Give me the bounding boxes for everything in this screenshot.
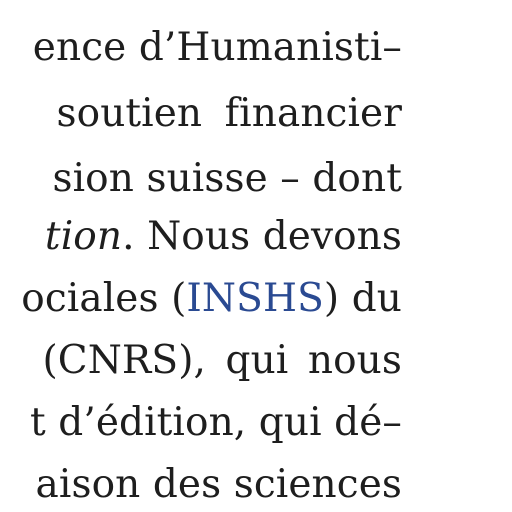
text-line-6: (CNRS), qui nous (42, 338, 402, 383)
text-line-2: soutien financier (56, 91, 402, 136)
text-line-5-before: ociales ( (21, 276, 187, 321)
text-line-4-rest: . Nous devons (122, 214, 402, 259)
text-line-5-after: ) du (323, 276, 402, 321)
text-line-4: tion. Nous devons (45, 207, 402, 267)
text-line-5: ociales (INSHS) du (21, 269, 402, 329)
text-line-7: t d’édition, qui dé– (30, 400, 402, 445)
document-page: ence d’Humanisti– soutien financier sion… (0, 0, 512, 512)
italic-title-fragment: tion (44, 214, 123, 259)
inshs-link[interactable]: INSHS (186, 276, 323, 321)
text-line-8: aison des sciences (35, 462, 402, 507)
text-line-1: ence d’Humanisti– (32, 25, 402, 70)
paragraph-text: ence d’Humanisti– soutien financier sion… (0, 0, 402, 512)
text-line-3: sion suisse – dont (52, 156, 402, 201)
